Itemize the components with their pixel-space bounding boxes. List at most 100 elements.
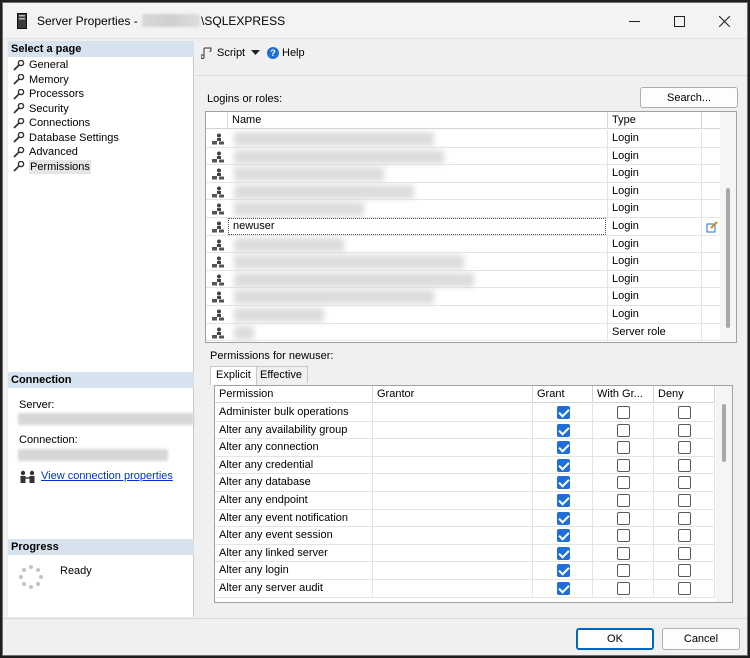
tab-effective[interactable]: Effective (254, 366, 308, 383)
redacted-login-name (234, 272, 474, 287)
permission-row[interactable]: Alter any login (215, 562, 715, 580)
permission-row[interactable]: Alter any availability group (215, 421, 715, 440)
grant-checkbox[interactable] (557, 529, 570, 543)
with-grant-checkbox[interactable] (617, 511, 630, 525)
permissions-scrollbar-thumb[interactable] (722, 404, 726, 462)
login-row[interactable]: Login (206, 182, 720, 201)
page-item-connections[interactable]: Connections (8, 116, 194, 131)
with-grant-checkbox[interactable] (617, 564, 630, 578)
grant-checkbox[interactable] (557, 494, 570, 507)
deny-checkbox[interactable] (678, 441, 691, 455)
login-row[interactable]: Login (206, 130, 720, 148)
deny-checkbox[interactable] (678, 564, 691, 578)
permission-row[interactable]: Alter any endpoint (215, 492, 715, 510)
deny-checkbox[interactable] (678, 476, 691, 490)
with-grant-checkbox[interactable] (617, 476, 630, 490)
login-row[interactable]: Login (206, 200, 720, 218)
grant-cell (533, 580, 593, 597)
with-grant-checkbox[interactable] (617, 546, 630, 560)
login-type: Login (608, 182, 702, 200)
deny-checkbox[interactable] (678, 582, 691, 595)
column-header-grant[interactable]: Grant (533, 386, 593, 403)
grant-checkbox[interactable] (557, 406, 570, 419)
login-row[interactable]: Login (206, 270, 720, 289)
column-header-grantor[interactable]: Grantor (373, 386, 533, 403)
permission-row[interactable]: Alter any connection (215, 439, 715, 457)
grant-cell (533, 544, 593, 562)
permission-row[interactable]: Alter any server audit (215, 580, 715, 598)
close-icon (718, 15, 730, 27)
permission-row[interactable]: Alter any event session (215, 527, 715, 545)
permission-row[interactable]: Alter any credential (215, 456, 715, 475)
left-pane: Select a page General Memory Processors Sec… (8, 41, 194, 617)
title-bar[interactable]: Server Properties - \SQLEXPRESS (3, 3, 747, 39)
page-item-general[interactable]: General (8, 58, 194, 73)
permissions-grid[interactable]: Permission Grantor Grant With Gr... Deny… (214, 385, 733, 603)
search-button[interactable]: Search... (640, 87, 738, 108)
page-item-processors[interactable]: Processors (8, 87, 194, 102)
grant-checkbox[interactable] (557, 441, 570, 455)
deny-checkbox[interactable] (678, 458, 691, 472)
permission-row[interactable]: Alter any linked server (215, 544, 715, 563)
with-grant-checkbox[interactable] (617, 406, 630, 419)
login-row[interactable]: newuser Login (206, 218, 720, 236)
deny-checkbox[interactable] (678, 406, 691, 419)
maximize-button[interactable] (656, 3, 702, 39)
permission-row[interactable]: Alter any event notification (215, 509, 715, 528)
minimize-button[interactable] (611, 3, 657, 39)
column-header-permission[interactable]: Permission (215, 386, 373, 403)
login-row[interactable]: Login (206, 235, 720, 254)
with-grant-checkbox[interactable] (617, 529, 630, 543)
with-grant-checkbox[interactable] (617, 458, 630, 472)
close-button[interactable] (701, 3, 747, 39)
grant-checkbox[interactable] (557, 564, 570, 578)
with-grant-checkbox[interactable] (617, 582, 630, 595)
logins-scrollbar[interactable] (720, 112, 736, 342)
column-header-with-grant[interactable]: With Gr... (593, 386, 654, 403)
with-grant-checkbox[interactable] (617, 441, 630, 455)
wrench-icon (13, 132, 25, 143)
deny-checkbox[interactable] (678, 511, 691, 525)
column-header-name[interactable]: Name (228, 112, 608, 129)
edit-properties-icon[interactable] (706, 221, 718, 233)
login-row[interactable]: Server role (206, 323, 720, 342)
login-row[interactable]: Login (206, 147, 720, 166)
logins-grid[interactable]: Name Type Login Login Login Login Login newus… (205, 111, 737, 343)
logins-scrollbar-thumb[interactable] (726, 188, 730, 328)
page-item-security[interactable]: Security (8, 102, 194, 117)
page-item-permissions[interactable]: Permissions (8, 159, 194, 174)
deny-checkbox[interactable] (678, 546, 691, 560)
login-row[interactable]: Login (206, 165, 720, 183)
script-button[interactable]: Script (201, 47, 261, 59)
login-row[interactable]: Login (206, 253, 720, 271)
grant-checkbox[interactable] (557, 546, 570, 560)
with-grant-checkbox[interactable] (617, 494, 630, 507)
help-button[interactable]: ? Help (267, 47, 305, 59)
permission-row[interactable]: Administer bulk operations (215, 404, 715, 422)
grant-checkbox[interactable] (557, 458, 570, 472)
grant-checkbox[interactable] (557, 511, 570, 525)
redacted-server-value (18, 413, 194, 425)
deny-checkbox[interactable] (678, 494, 691, 507)
tab-explicit[interactable]: Explicit (210, 366, 257, 385)
cancel-button[interactable]: Cancel (662, 628, 740, 650)
deny-checkbox[interactable] (678, 529, 691, 543)
grant-checkbox[interactable] (557, 582, 570, 595)
grant-checkbox[interactable] (557, 476, 570, 490)
login-row[interactable]: Login (206, 306, 720, 324)
grantor-cell (373, 439, 533, 457)
ok-button[interactable]: OK (576, 628, 654, 650)
login-row[interactable]: Login (206, 288, 720, 306)
column-header-type[interactable]: Type (608, 112, 702, 129)
deny-checkbox[interactable] (678, 423, 691, 437)
grant-checkbox[interactable] (557, 423, 570, 437)
column-header-deny[interactable]: Deny (654, 386, 715, 403)
permission-row[interactable]: Alter any database (215, 474, 715, 492)
page-item-advanced[interactable]: Advanced (8, 145, 194, 160)
permissions-scrollbar[interactable] (716, 386, 732, 602)
page-item-memory[interactable]: Memory (8, 73, 194, 88)
page-item-database-settings[interactable]: Database Settings (8, 131, 194, 146)
with-grant-checkbox[interactable] (617, 423, 630, 437)
page-item-label: Advanced (29, 146, 78, 158)
view-connection-properties-link[interactable]: View connection properties (41, 470, 173, 482)
